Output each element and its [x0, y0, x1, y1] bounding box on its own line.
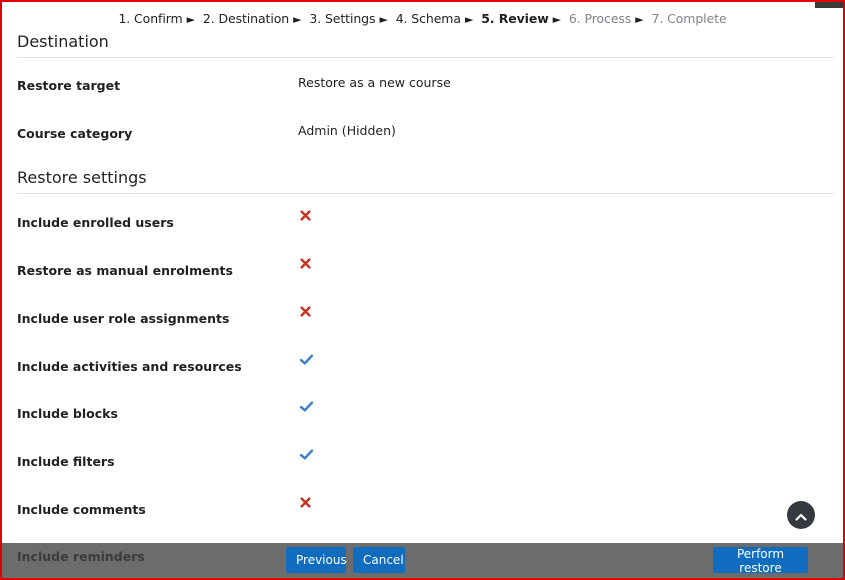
setting-row-role-assignments: Include user role assignments	[17, 306, 835, 335]
setting-label: Include enrolled users	[17, 215, 174, 230]
setting-row-filters: Include filters	[17, 449, 835, 478]
step-separator-icon: ►	[379, 13, 388, 26]
destination-row-course-category: Course category Admin (Hidden)	[17, 123, 835, 150]
setting-label: Include activities and resources	[17, 359, 242, 374]
restore-target-label: Restore target	[17, 78, 121, 93]
scroll-to-top-button[interactable]	[787, 501, 815, 529]
setting-row-comments: Include comments	[17, 497, 835, 526]
cross-icon	[300, 210, 314, 224]
cross-icon	[300, 306, 314, 320]
setting-row-blocks: Include blocks	[17, 401, 835, 430]
setting-row-enrolled-users: Include enrolled users	[17, 210, 835, 239]
restore-target-value: Restore as a new course	[298, 75, 451, 90]
cross-icon	[300, 258, 314, 272]
check-icon	[300, 354, 314, 368]
perform-restore-button[interactable]: Perform restore	[713, 547, 808, 575]
restore-progress-steps: 1. Confirm ► 2. Destination ► 3. Settings ►…	[0, 11, 845, 26]
destination-row-restore-target: Restore target Restore as a new course	[17, 75, 835, 102]
step-separator-icon: ►	[635, 13, 644, 26]
step-destination: 2. Destination	[202, 11, 290, 26]
setting-label: Include user role assignments	[17, 311, 230, 326]
course-category-value: Admin (Hidden)	[298, 123, 396, 138]
step-separator-icon: ►	[186, 13, 195, 26]
check-icon	[300, 449, 314, 463]
setting-row-activities-resources: Include activities and resources	[17, 354, 835, 383]
window-corner	[815, 2, 843, 8]
course-category-label: Course category	[17, 126, 133, 141]
step-confirm: 1. Confirm	[118, 11, 183, 26]
setting-row-manual-enrolments: Restore as manual enrolments	[17, 258, 835, 287]
step-separator-icon: ►	[464, 13, 474, 26]
setting-label-include-reminders: Include reminders	[17, 549, 145, 564]
destination-section-title: Destination	[17, 32, 835, 58]
step-separator-icon: ►	[552, 13, 562, 26]
setting-label: Include filters	[17, 454, 115, 469]
setting-label: Include comments	[17, 502, 146, 517]
step-review: 5. Review	[481, 11, 549, 26]
step-complete: 7. Complete	[651, 11, 727, 26]
step-settings: 3. Settings	[309, 11, 376, 26]
check-icon	[300, 401, 314, 415]
step-separator-icon: ►	[293, 13, 302, 26]
step-schema: 4. Schema	[395, 11, 461, 26]
step-process: 6. Process	[568, 11, 632, 26]
setting-label: Restore as manual enrolments	[17, 263, 233, 278]
chevron-up-icon	[795, 506, 807, 525]
previous-button[interactable]: Previous	[286, 547, 347, 573]
sticky-footer: Include reminders Previous Cancel Perfor…	[2, 543, 843, 578]
setting-label: Include blocks	[17, 406, 118, 421]
restore-settings-section-title: Restore settings	[17, 168, 835, 194]
cross-icon	[300, 497, 314, 511]
cancel-button[interactable]: Cancel	[353, 547, 405, 573]
